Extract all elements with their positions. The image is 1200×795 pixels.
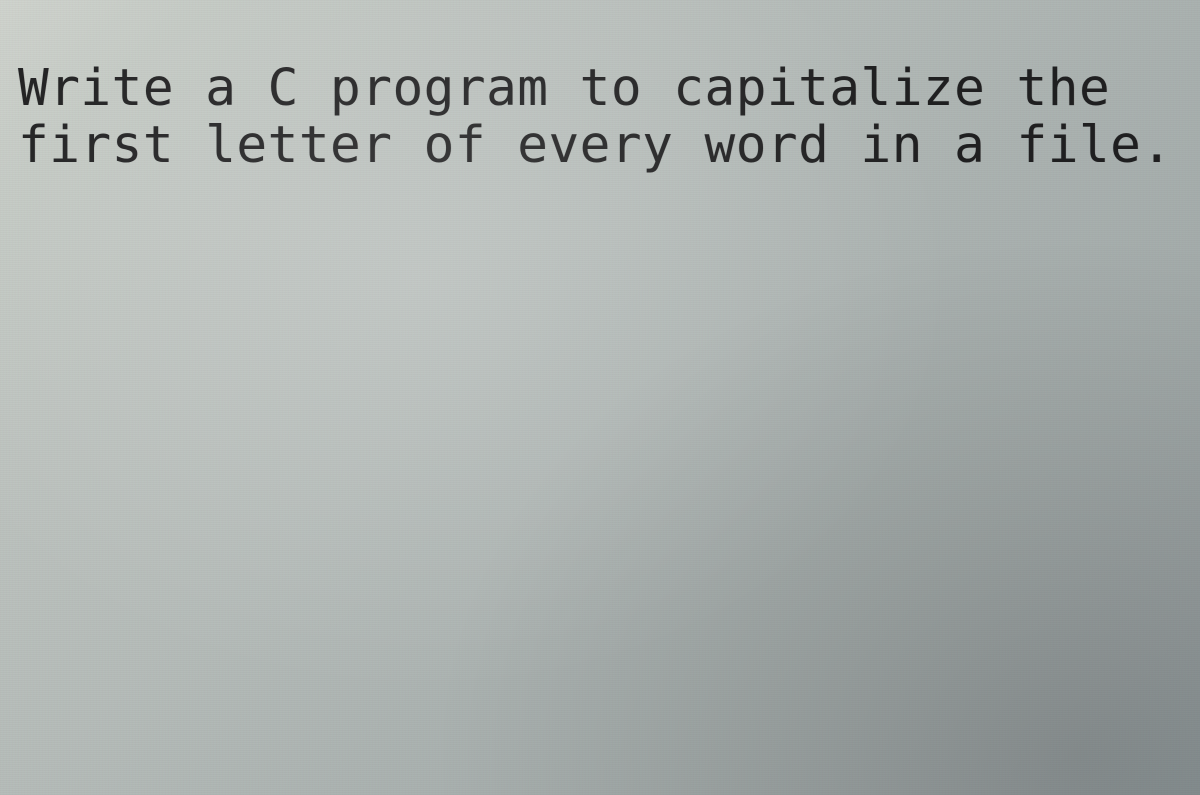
- text-line-1: Write a C program to capitalize the: [18, 59, 1110, 118]
- text-line-2: first letter of every word in a file.: [18, 116, 1173, 175]
- monospace-text-block: Write a C program to capitalize the firs…: [18, 60, 1196, 174]
